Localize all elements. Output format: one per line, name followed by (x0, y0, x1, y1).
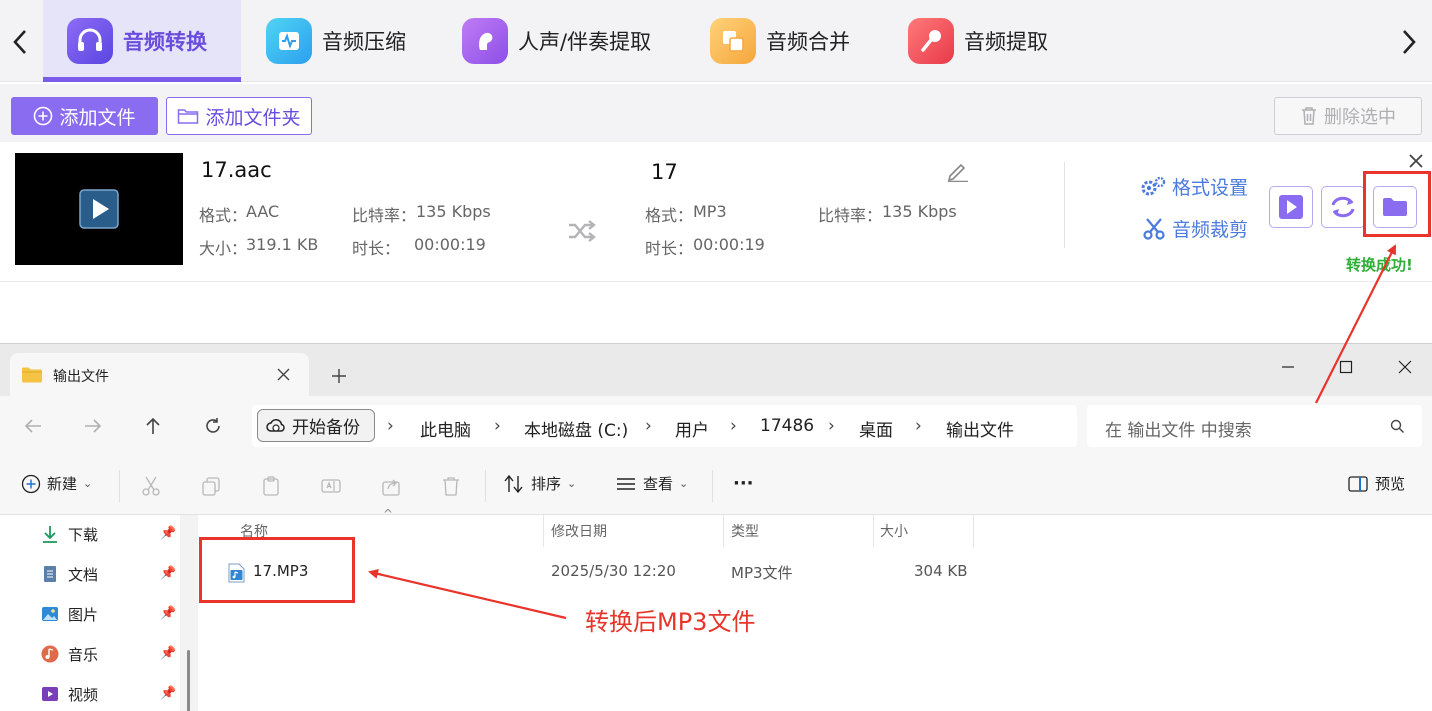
annotation-label: 转换后MP3文件 (585, 602, 755, 637)
arrow-to-output-file (370, 572, 566, 618)
arrow-to-folder-button (1316, 246, 1395, 403)
